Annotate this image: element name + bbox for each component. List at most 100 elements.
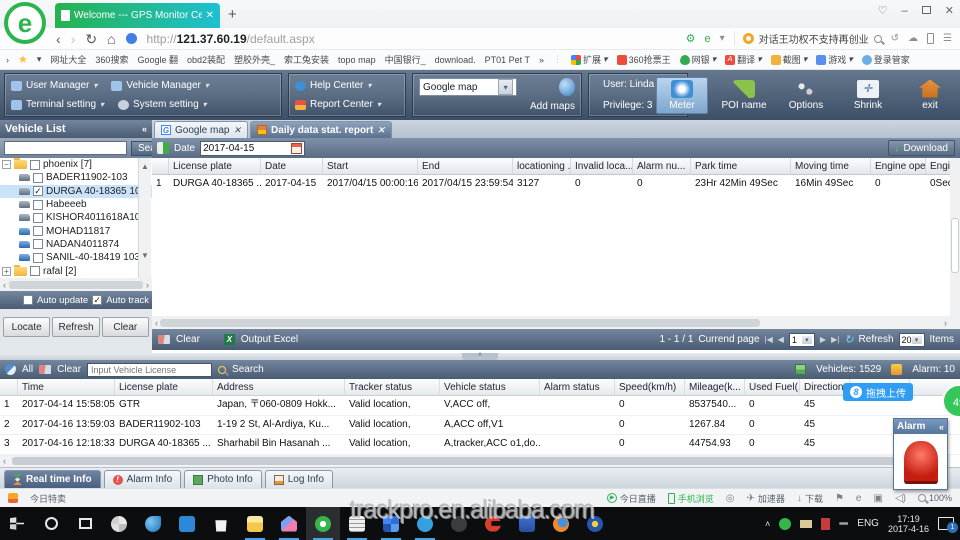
cortana-button[interactable]	[34, 507, 68, 540]
url-text[interactable]: http://121.37.60.19/default.aspx	[147, 32, 315, 46]
col-header[interactable]: Start	[323, 158, 418, 174]
auto-update-label[interactable]: Auto update	[37, 295, 88, 306]
col-header[interactable]: locationing ...	[513, 158, 571, 174]
menu-vehicle-manager[interactable]: Vehicle Manager	[111, 80, 209, 91]
bookmark-item[interactable]: PT01 Pet T	[485, 55, 530, 65]
reload-icon[interactable]	[85, 32, 97, 46]
scroll-right-icon[interactable]	[944, 318, 947, 328]
panel-splitter[interactable]: ˄	[0, 353, 960, 360]
tree-item[interactable]: BADER11902-103	[0, 171, 152, 184]
extension-extensions[interactable]: 扩展	[571, 53, 608, 66]
info-row[interactable]: 3 2017-04-16 12:18:33 DURGA 40-18365 ...…	[0, 435, 960, 455]
task-view-button[interactable]	[68, 507, 102, 540]
bookmarks-collapse-icon[interactable]	[6, 55, 9, 65]
vehicle-checkbox[interactable]	[33, 213, 43, 223]
vehicle-checkbox[interactable]	[33, 239, 43, 249]
report-row[interactable]: 1 DURGA 40-18365 ... 2017-04-15 2017/04/…	[152, 175, 950, 193]
map-select[interactable]: Google map	[419, 78, 517, 96]
tab-alarm-info[interactable]: !Alarm Info	[104, 470, 182, 488]
skin-icon[interactable]	[878, 4, 888, 17]
col-header[interactable]: Moving time	[791, 158, 871, 174]
zoom-control[interactable]: 100%	[918, 493, 952, 503]
refresh-button[interactable]: Refresh	[52, 317, 99, 337]
window-split-icon[interactable]: ▣	[873, 493, 882, 504]
home-app[interactable]	[272, 507, 306, 540]
clock[interactable]: 17:192017-4-16	[888, 514, 929, 534]
bookmark-item[interactable]: download.	[435, 55, 476, 65]
next-page-icon[interactable]	[820, 335, 826, 344]
browser-tab[interactable]: Welcome --- GPS Monitor Center	[55, 3, 220, 28]
pinwheel-app[interactable]	[102, 507, 136, 540]
extension-screenshot[interactable]: 截图	[771, 53, 808, 66]
meter-button[interactable]: Meter	[656, 77, 708, 114]
daily-deal-link[interactable]: 今日特卖	[30, 492, 66, 505]
col-header[interactable]: License plate	[115, 379, 213, 395]
col-header[interactable]: License plate	[169, 158, 261, 174]
sound-icon[interactable]: ◁)	[895, 493, 906, 504]
alarm-popup[interactable]: Alarm«	[893, 418, 948, 490]
date-picker[interactable]: 2017-04-15	[200, 141, 305, 156]
tree-item[interactable]: NADAN4011874	[0, 238, 152, 251]
bookmark-item[interactable]: topo map	[338, 55, 376, 65]
tiles-app[interactable]	[374, 507, 408, 540]
bookmark-item[interactable]: 索工兔安装	[284, 53, 329, 66]
tree-group-phoenix[interactable]: − phoenix [7]	[0, 158, 152, 171]
exit-button[interactable]: exit	[904, 80, 956, 111]
media-player-app[interactable]	[578, 507, 612, 540]
locate-button[interactable]: Locate	[3, 317, 50, 337]
tree-horizontal-scrollbar[interactable]	[0, 278, 152, 291]
scroll-left-icon[interactable]	[155, 318, 158, 328]
home-icon[interactable]	[107, 32, 115, 46]
col-header[interactable]: Tracker status	[345, 379, 440, 395]
red-c-app[interactable]	[476, 507, 510, 540]
download-button[interactable]: Download	[888, 140, 955, 156]
scroll-right-icon[interactable]	[146, 280, 149, 290]
tree-item[interactable]: KISHOR4011618A10	[0, 211, 152, 224]
calculator-app[interactable]	[340, 507, 374, 540]
footer-refresh-button[interactable]: Refresh	[859, 334, 894, 345]
bookmark-star-icon[interactable]: ★	[18, 53, 28, 66]
all-button[interactable]: All	[22, 364, 33, 375]
history-icon[interactable]	[891, 33, 899, 44]
auto-update-checkbox[interactable]	[23, 295, 33, 305]
tab-close-icon[interactable]	[206, 10, 214, 21]
tab-close-icon[interactable]	[233, 125, 241, 136]
report-horizontal-scrollbar[interactable]	[152, 316, 950, 329]
bookmark-item[interactable]: 网址大全	[50, 53, 86, 66]
tray-expand-icon[interactable]: ˄	[765, 519, 770, 529]
tab-close-icon[interactable]	[377, 125, 385, 136]
search-suggestion[interactable]: 对话王功权不支持再创业	[759, 31, 869, 46]
mobile-view-link[interactable]: 手机浏览	[668, 492, 714, 505]
antivirus-icon[interactable]	[779, 518, 791, 530]
col-header[interactable]: Engine ope...	[871, 158, 926, 174]
last-page-icon[interactable]: ▶|	[831, 335, 839, 344]
col-header[interactable]: Invalid loca...	[571, 158, 633, 174]
site-settings-icon[interactable]	[686, 32, 696, 45]
extension-login-manager[interactable]: 登录管家	[862, 53, 910, 66]
extension-ticket[interactable]: 360抢票王	[617, 53, 671, 66]
extension-translate[interactable]: A翻译	[725, 53, 762, 66]
store-app[interactable]	[204, 507, 238, 540]
menu-system-setting[interactable]: System setting	[118, 99, 207, 110]
language-indicator[interactable]: ENG	[857, 518, 879, 529]
tab-photo-info[interactable]: Photo Info	[184, 470, 262, 488]
browser-360-app[interactable]	[306, 507, 340, 540]
bottom-clear-button[interactable]: Clear	[57, 364, 81, 375]
auto-track-checkbox[interactable]: ✓	[92, 295, 102, 305]
vehicle-search-input[interactable]	[4, 141, 127, 155]
date-value[interactable]: 2017-04-15	[203, 143, 254, 154]
extension-netbank[interactable]: 网银	[680, 53, 717, 66]
page-select[interactable]: 1	[789, 333, 815, 347]
shrink-button[interactable]: Shrink	[842, 80, 894, 111]
sync-icon[interactable]	[908, 33, 918, 44]
download-manager-link[interactable]: 下载	[797, 492, 823, 505]
tree-vertical-scrollbar[interactable]	[138, 158, 151, 278]
info-row[interactable]: 1 2017-04-14 15:58:05 GTR Japan, 〒060-08…	[0, 396, 960, 416]
accelerator-link[interactable]: ✈加速器	[747, 492, 785, 505]
cup-icon[interactable]	[821, 518, 830, 530]
bookmark-item[interactable]: Google 翻	[137, 53, 178, 66]
group-checkbox[interactable]	[30, 266, 40, 276]
info-row[interactable]: 2 2017-04-16 13:59:03 BADER11902-103 1-1…	[0, 416, 960, 436]
auto-track-label[interactable]: Auto track	[106, 295, 149, 306]
col-header[interactable]: Time	[18, 379, 115, 395]
